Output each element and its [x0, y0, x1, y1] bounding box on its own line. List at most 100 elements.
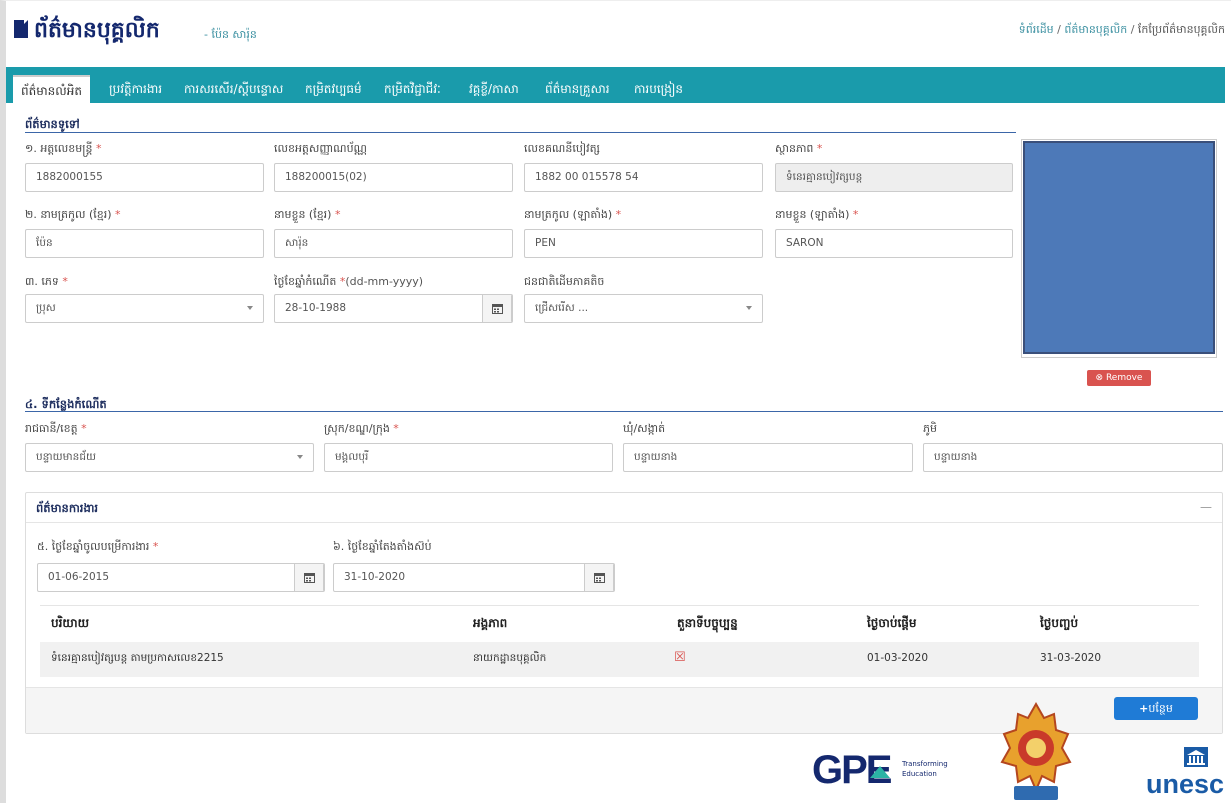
cell-start: 01-03-2020	[867, 652, 929, 664]
gpe-tagline-2: Education	[902, 770, 937, 778]
appoint-date-input[interactable]: 31-10-2020	[333, 563, 615, 592]
name-en-input[interactable]: SARON	[775, 229, 1013, 258]
commune-label: ឃុំ/សង្កាត់	[623, 422, 666, 435]
table-header-row: បរិយាយ អង្គភាព តួនាទីបច្ចុប្បន្ន ថ្ងៃចាប…	[40, 606, 1199, 642]
commune-input[interactable]: បន្ទាយនាង	[623, 443, 913, 472]
remove-icon: ⊗	[1095, 373, 1104, 383]
section-divider	[25, 132, 1016, 133]
chevron-down-icon	[247, 306, 253, 310]
surname-kh-input[interactable]: ប៉ែន	[25, 229, 264, 258]
th-description: បរិយាយ	[51, 616, 90, 630]
status-label: ស្ថានភាព *	[775, 142, 823, 155]
province-label: រាជធានី/ខេត្ត *	[25, 422, 87, 435]
officer-no-label: ១. អត្តលេខមន្ត្រី *	[25, 142, 102, 155]
tab-praise-blame[interactable]: ការសរសើរ/ស្តីបន្ទោស	[176, 75, 291, 103]
th-unit: អង្គភាព	[473, 616, 508, 630]
tab-teaching[interactable]: ការបង្រៀន	[626, 75, 691, 103]
province-value: បន្ទាយមានជ័យ	[36, 451, 96, 463]
province-select[interactable]: បន្ទាយមានជ័យ	[25, 443, 314, 472]
calendar-button[interactable]	[584, 564, 614, 591]
ministry-emblem-icon	[1000, 701, 1072, 800]
table-row[interactable]: ទំនេរគ្មានបៀវត្សបន្ត តាមប្រកាសលេខ2215 នា…	[40, 642, 1199, 677]
name-kh-input[interactable]: សារ៉ុន	[274, 229, 513, 258]
unesco-logo: unesc	[1146, 747, 1231, 803]
page-header: ព័ត៌មានបុគ្គលិក - ប៉ែន សារ៉ុន ទំព័រដើម /…	[0, 0, 1231, 65]
village-label: ភូមិ	[923, 422, 937, 435]
dob-input[interactable]: 28-10-1988	[274, 294, 513, 323]
page-subtitle: - ប៉ែន សារ៉ុន	[204, 28, 257, 41]
page-title: ព័ត៌មានបុគ្គលិក	[34, 18, 160, 43]
cell-description: ទំនេរគ្មានបៀវត្សបន្ត តាមប្រកាសលេខ2215	[51, 652, 224, 664]
th-start: ថ្ងៃចាប់ផ្ដើម	[867, 616, 917, 630]
checkbox-icon: ☒	[674, 650, 686, 665]
chevron-down-icon	[297, 455, 303, 459]
gender-label: ៣. ភេទ *	[25, 275, 68, 288]
collapse-icon[interactable]: —	[1200, 500, 1212, 514]
breadcrumb-separator: /	[1130, 23, 1138, 36]
tab-family[interactable]: ព័ត៌មានគ្រួសារ	[537, 75, 618, 103]
surname-en-input[interactable]: PEN	[524, 229, 763, 258]
work-info-panel: ព័ត៌មានការងារ — ៥. ថ្ងៃខែឆ្នាំចូលបម្រើកា…	[25, 492, 1223, 734]
work-history-table: បរិយាយ អង្គភាព តួនាទីបច្ចុប្បន្ន ថ្ងៃចាប…	[40, 605, 1199, 677]
unesco-temple-icon	[1184, 747, 1208, 767]
cell-unit: នាយកដ្ឋានបុគ្គលិក	[473, 652, 547, 664]
district-input[interactable]: មង្គលបុរី	[324, 443, 613, 472]
photo-frame	[1021, 139, 1217, 358]
ministry-emblem	[996, 700, 1076, 803]
plus-icon: +	[1139, 702, 1149, 715]
add-button[interactable]: +បន្ថែម	[1114, 697, 1198, 720]
calendar-icon	[304, 573, 315, 583]
tab-details[interactable]: ព័ត៌មានលំអិត	[13, 75, 90, 103]
bank-account-label: លេខគណនីបៀវត្ស	[524, 142, 600, 155]
start-date-value: 01-06-2015	[48, 571, 110, 583]
gender-value: ប្រុស	[36, 302, 56, 314]
gpe-logo: GPE Transforming Education	[812, 748, 962, 798]
gpe-arrow-icon	[870, 766, 890, 778]
tab-professional-level[interactable]: កម្រិតវិជ្ជាជីវៈ	[376, 75, 449, 103]
surname-kh-label: ២. នាមត្រកូល (ខ្មែរ) *	[25, 208, 121, 221]
breadcrumb-staff[interactable]: ព័ត៌មានបុគ្គលិក	[1064, 23, 1127, 36]
gpe-tagline-1: Transforming	[902, 760, 948, 768]
tab-short-course[interactable]: វគ្គខ្លី/ភាសា	[461, 75, 527, 103]
breadcrumb-home[interactable]: ទំព័រដើម	[1019, 23, 1054, 36]
tab-work-history[interactable]: ប្រវត្តិការងារ	[101, 75, 170, 103]
status-input: ទំនេរគ្មានបៀវត្សបន្ត	[775, 163, 1013, 192]
staff-photo	[1023, 141, 1215, 354]
officer-no-input[interactable]: 1882000155	[25, 163, 264, 192]
start-date-label: ៥. ថ្ងៃខែឆ្នាំចូលបម្រើការងារ *	[37, 540, 159, 553]
village-input[interactable]: បន្ទាយនាង	[923, 443, 1223, 472]
calendar-button[interactable]	[482, 295, 512, 322]
breadcrumb: ទំព័រដើម / ព័ត៌មានបុគ្គលិក / កែប្រែព័ត៌ម…	[1019, 23, 1225, 39]
unesco-text: unesc	[1146, 769, 1225, 799]
breadcrumb-edit: កែប្រែព័ត៌មានបុគ្គលិក	[1137, 23, 1225, 36]
dob-label: ថ្ងៃខែឆ្នាំកំណើត *(dd-mm-yyyy)	[274, 275, 424, 288]
panel-header: ព័ត៌មានការងារ —	[26, 493, 1222, 523]
add-label: បន្ថែម	[1148, 702, 1173, 715]
remove-label: Remove	[1105, 373, 1143, 383]
th-current-role: តួនាទីបច្ចុប្បន្ន	[677, 616, 738, 630]
name-kh-label: នាមខ្លួន (ខ្មែរ) *	[274, 208, 341, 221]
gender-select[interactable]: ប្រុស	[25, 294, 264, 323]
calendar-icon	[492, 304, 503, 314]
appoint-date-label: ៦. ថ្ងៃខែឆ្នាំតែងតាំងស៊ប់	[333, 540, 432, 553]
calendar-icon	[594, 573, 605, 583]
bank-account-input[interactable]: 1882 00 015578 54	[524, 163, 763, 192]
section-divider	[25, 411, 1223, 412]
name-en-label: នាមខ្លួន (ឡាតាំង) *	[775, 208, 859, 221]
th-end: ថ្ងៃបញ្ចប់	[1040, 616, 1079, 630]
calendar-button[interactable]	[294, 564, 324, 591]
panel-title: ព័ត៌មានការងារ	[36, 501, 99, 515]
ethnic-value: ជ្រើសរើស ...	[535, 302, 589, 314]
id-card-label: លេខអត្តសញ្ញាណប័ណ្ណ	[274, 142, 367, 155]
tab-culture-level[interactable]: កម្រិតវប្បធម៌	[297, 75, 370, 103]
id-card-input[interactable]: 188200015(02)	[274, 163, 513, 192]
ethnic-select[interactable]: ជ្រើសរើស ...	[524, 294, 763, 323]
dob-value: 28-10-1988	[285, 302, 347, 314]
remove-photo-button[interactable]: ⊗ Remove	[1087, 370, 1151, 386]
surname-en-label: នាមត្រកូល (ឡាតាំង) *	[524, 208, 622, 221]
appoint-date-value: 31-10-2020	[344, 571, 406, 583]
start-date-input[interactable]: 01-06-2015	[37, 563, 325, 592]
ethnic-label: ជនជាតិដើមភាគតិច	[524, 275, 605, 288]
document-icon-fold	[24, 20, 28, 24]
cell-end: 31-03-2020	[1040, 652, 1102, 664]
